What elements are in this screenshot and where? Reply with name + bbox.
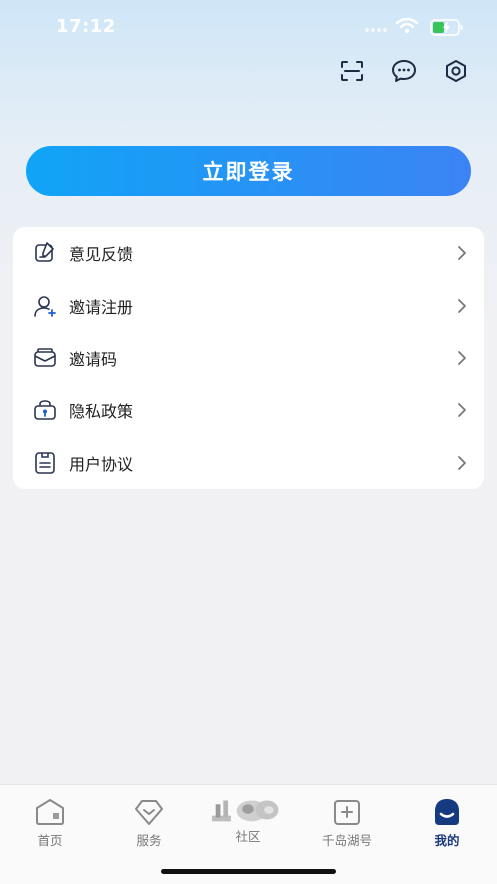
qiandaohu-icon (334, 800, 360, 825)
tab-label: 服务 (136, 833, 162, 848)
chevron-right-icon (458, 403, 466, 418)
menu-item-invite-code[interactable]: 邀请码 (13, 332, 484, 384)
menu-item-label: 邀请码 (69, 349, 118, 369)
tab-label: 首页 (37, 833, 63, 848)
feedback-icon (35, 242, 54, 262)
status-time: 17:12 (56, 16, 116, 37)
login-button[interactable]: 立即登录 (26, 146, 471, 196)
invite-code-icon (34, 348, 56, 367)
wifi-icon (396, 18, 418, 34)
message-icon (392, 60, 416, 82)
status-bar: 17:12 (0, 0, 497, 52)
privacy-lock-icon (34, 400, 56, 421)
tab-profile[interactable]: 我的 (402, 793, 492, 849)
scan-button[interactable] (339, 58, 365, 84)
cellular-signal-icon (365, 28, 387, 32)
service-icon (135, 800, 163, 825)
settings-icon (446, 60, 466, 82)
chevron-right-icon (458, 246, 466, 261)
tab-community[interactable]: 社区 (203, 793, 293, 849)
menu-item-label: 邀请注册 (69, 297, 134, 317)
agreement-icon (35, 451, 55, 474)
invite-user-icon (34, 295, 56, 317)
menu-item-label: 意见反馈 (69, 245, 134, 265)
menu-item-user-agreement[interactable]: 用户协议 (13, 437, 484, 489)
settings-button[interactable] (443, 58, 469, 84)
tab-home[interactable]: 首页 (5, 793, 95, 849)
chevron-right-icon (458, 351, 466, 365)
menu-card: 意见反馈 邀请注册 邀请码 隐私政策 用户协议 (13, 227, 484, 489)
home-indicator (161, 869, 336, 874)
menu-item-label: 用户协议 (69, 454, 134, 474)
tab-label: 社区 (235, 829, 261, 844)
tab-label: 千岛湖号 (321, 833, 372, 848)
scan-icon (341, 61, 363, 81)
menu-item-privacy-policy[interactable]: 隐私政策 (13, 384, 484, 436)
chevron-right-icon (458, 298, 466, 313)
profile-icon (435, 799, 459, 825)
tab-qiandaohu[interactable]: 千岛湖号 (302, 793, 392, 849)
menu-item-label: 隐私政策 (69, 402, 134, 422)
home-icon (36, 799, 64, 825)
community-icon (211, 800, 279, 822)
tab-label: 我的 (434, 833, 460, 848)
message-button[interactable] (391, 58, 417, 84)
menu-item-feedback[interactable]: 意见反馈 (13, 227, 484, 279)
top-actions (339, 58, 469, 84)
battery-icon (430, 19, 463, 36)
tab-service[interactable]: 服务 (104, 793, 194, 849)
menu-item-invite-register[interactable]: 邀请注册 (13, 279, 484, 331)
chevron-right-icon (458, 455, 466, 470)
